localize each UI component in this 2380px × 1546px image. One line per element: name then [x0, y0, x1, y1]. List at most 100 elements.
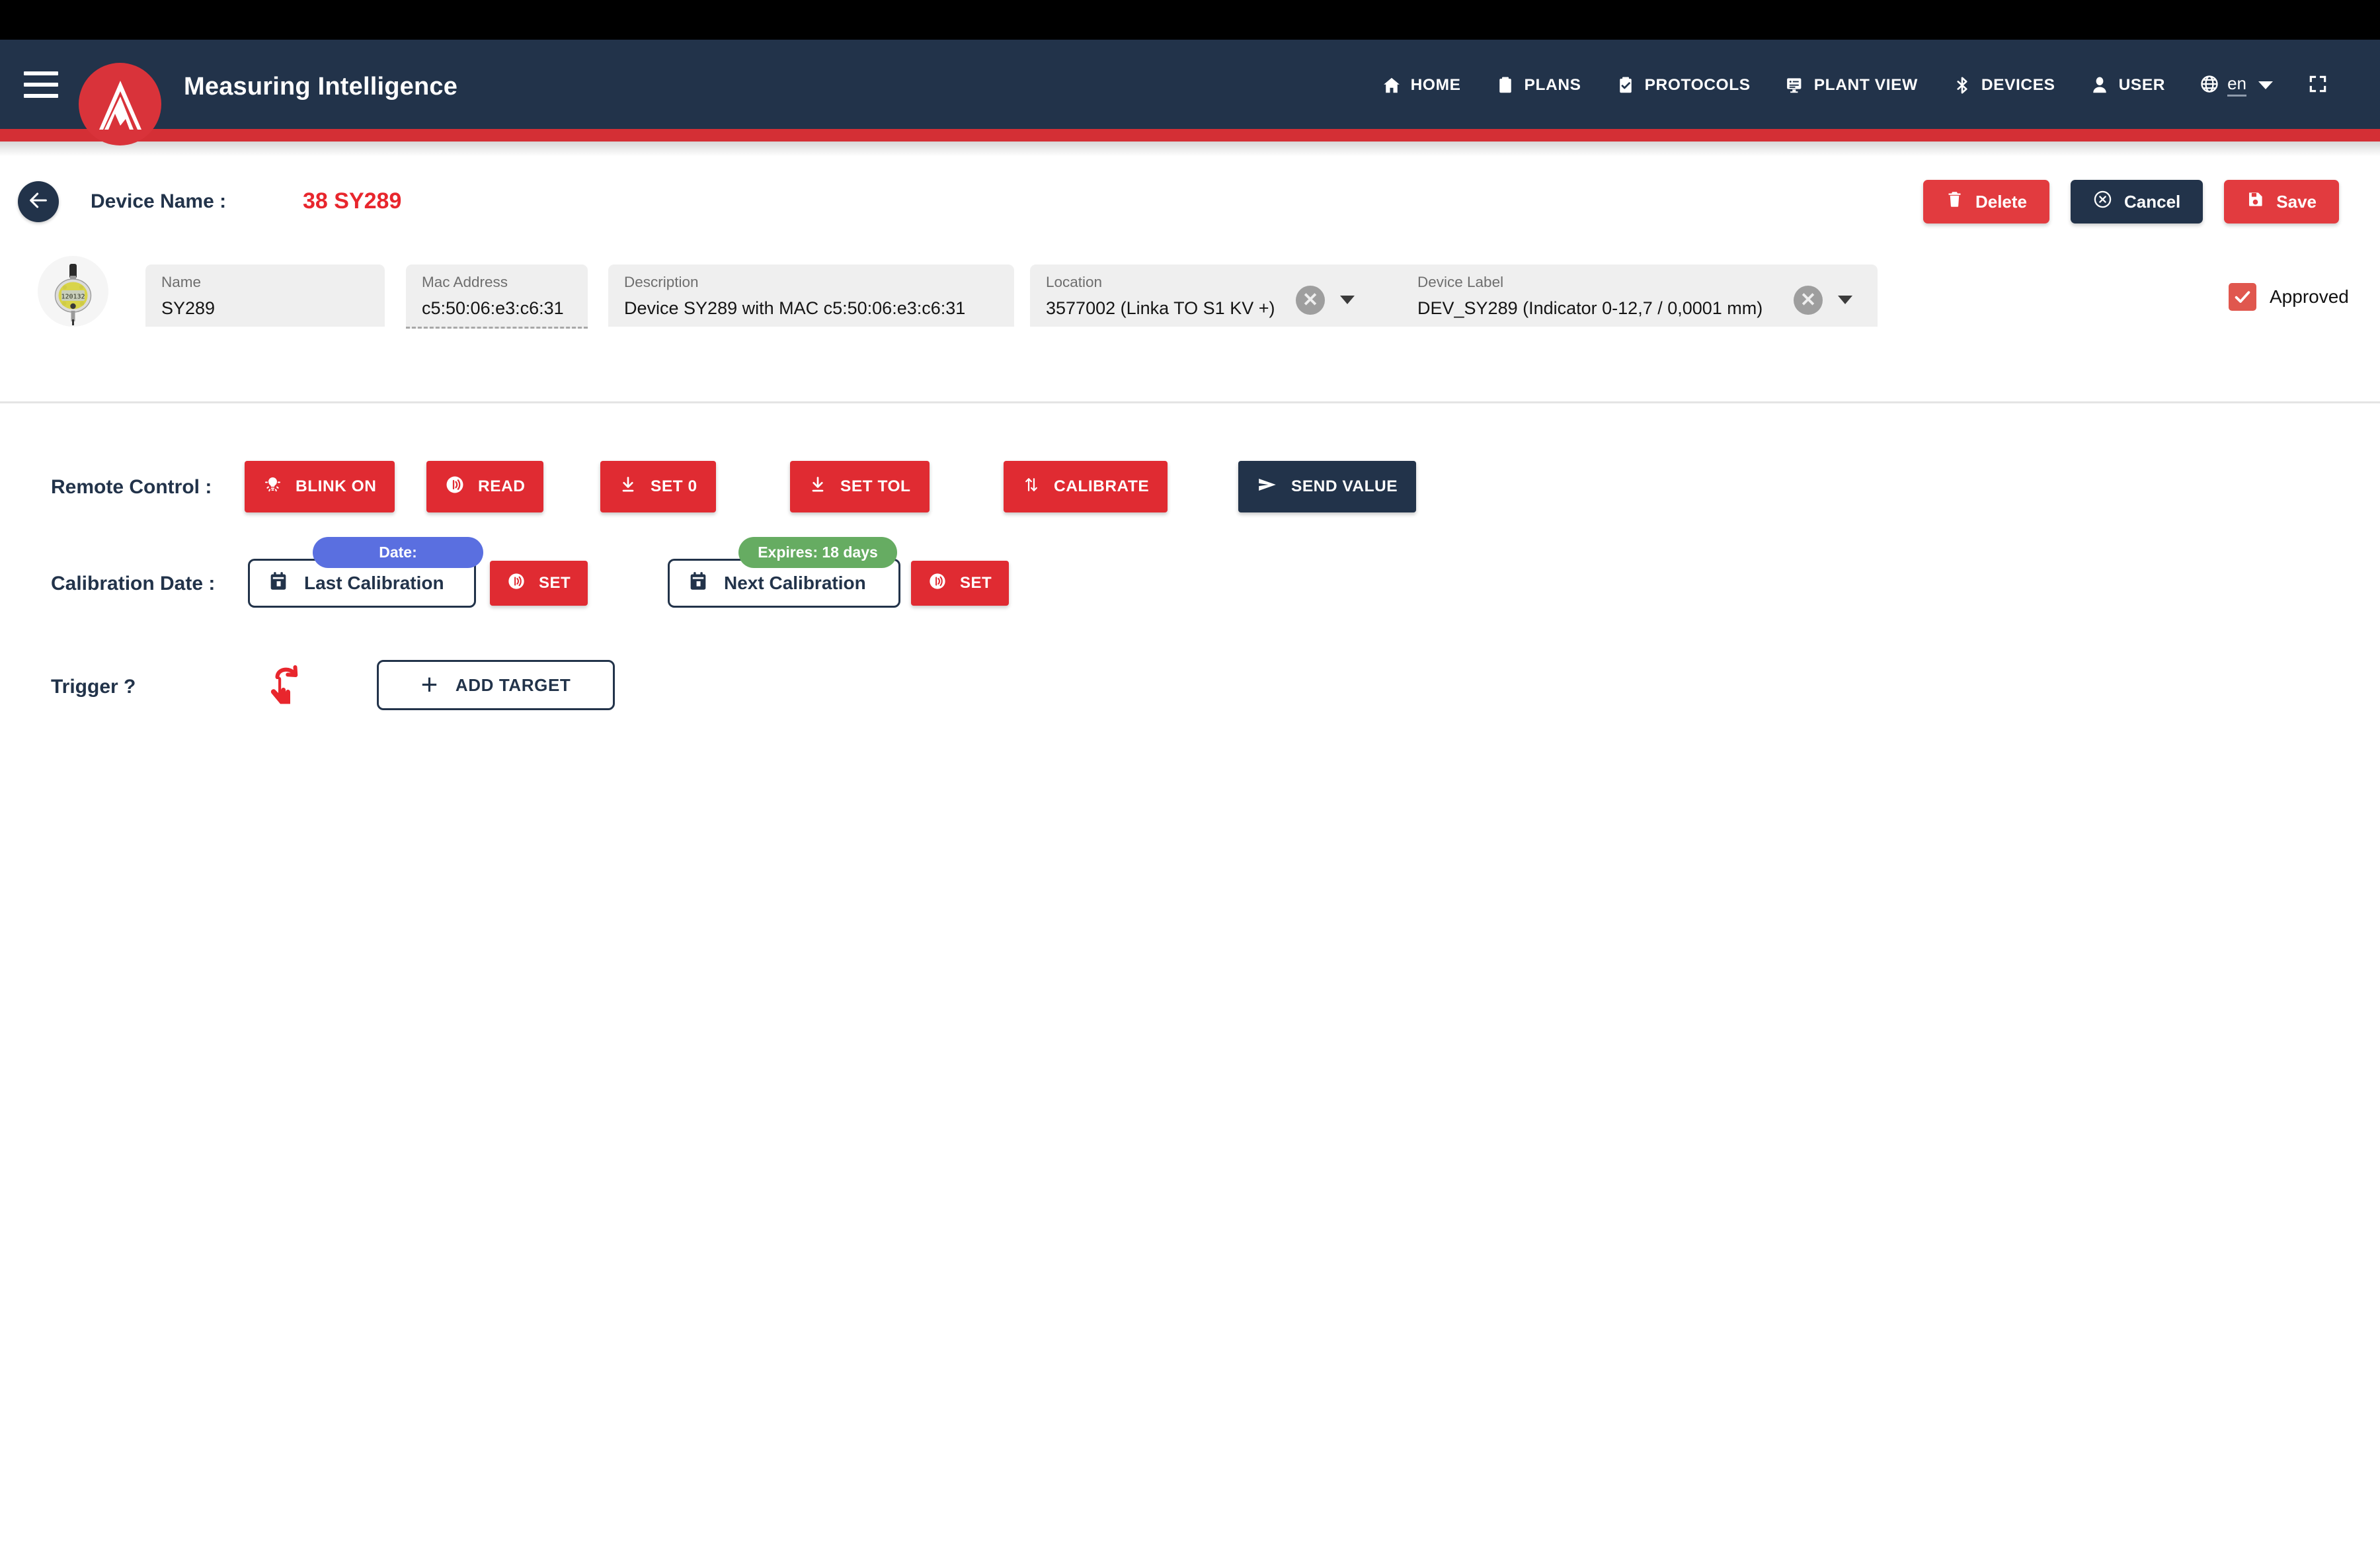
next-calibration-set-label: SET [960, 574, 992, 592]
next-calibration-set-button[interactable]: SET [911, 561, 1010, 606]
language-selector[interactable]: en [2182, 69, 2285, 102]
last-calibration-badge-text: Date: [379, 544, 417, 561]
clipboard-check-icon [1616, 75, 1636, 95]
send-icon [1257, 474, 1278, 500]
remote-control-label: Remote Control : [51, 476, 212, 498]
checkmark-icon [2229, 283, 2256, 311]
field-device-label-clear-circle-icon[interactable]: ✕ [1794, 286, 1823, 315]
globe-icon [2200, 74, 2219, 97]
field-name[interactable]: Name SY289 [145, 264, 385, 327]
clipboard-icon [1495, 75, 1515, 95]
chevron-down-icon [2258, 81, 2273, 89]
blink-on-label: BLINK ON [296, 477, 377, 495]
field-mac-address: Mac Address c5:50:06:e3:c6:31 [406, 264, 588, 329]
calendar-icon [267, 570, 290, 597]
signal-wave-icon [445, 475, 465, 499]
blink-on-button[interactable]: BLINK ON [245, 461, 395, 512]
delete-button[interactable]: Delete [1923, 180, 2049, 224]
nav-item-plans[interactable]: PLANS [1478, 70, 1599, 101]
up-down-arrows-icon [1022, 475, 1041, 499]
save-disk-icon [2246, 190, 2264, 213]
save-button-label: Save [2276, 191, 2317, 212]
field-device-label-label: Device Label [1417, 274, 1504, 290]
add-target-button[interactable]: + ADD TARGET [377, 660, 615, 710]
plant-view-icon [1785, 75, 1805, 95]
dial-indicator-thumbnail: 120132 [38, 256, 108, 327]
download-icon [809, 475, 827, 499]
cancel-button[interactable]: Cancel [2071, 180, 2203, 224]
send-value-button[interactable]: SEND VALUE [1238, 461, 1417, 512]
field-mac-address-label: Mac Address [422, 274, 508, 290]
calendar-icon [687, 570, 709, 597]
send-value-label: SEND VALUE [1291, 477, 1398, 495]
nav-label: PLANT VIEW [1813, 76, 1918, 94]
set-zero-label: SET 0 [651, 477, 697, 495]
field-device-label-caret-down-icon[interactable] [1838, 296, 1852, 304]
field-description-label: Description [624, 274, 699, 290]
top-black-strip [0, 0, 2380, 40]
download-icon [619, 475, 637, 499]
section-divider [0, 401, 2380, 403]
touch-gesture-icon[interactable] [264, 661, 308, 712]
calibrate-label: CALIBRATE [1054, 477, 1150, 495]
app-title: Measuring Intelligence [184, 73, 458, 101]
back-button[interactable] [18, 181, 59, 222]
nav-label: HOME [1410, 76, 1461, 94]
trigger-label: Trigger ? [51, 676, 136, 698]
field-mac-address-value: c5:50:06:e3:c6:31 [422, 298, 564, 318]
nav-item-devices[interactable]: DEVICES [1935, 70, 2073, 101]
nav-label: DEVICES [1981, 76, 2055, 94]
add-target-label: ADD TARGET [455, 674, 571, 695]
nav-label: PLANS [1524, 76, 1581, 94]
trash-icon [1946, 190, 1964, 213]
next-calibration-label: Next Calibration [724, 573, 866, 593]
nav-label: USER [2118, 76, 2166, 94]
nav-item-protocols[interactable]: PROTOCOLS [1599, 70, 1768, 101]
field-location-clear-circle-icon[interactable]: ✕ [1296, 286, 1325, 315]
set-tol-label: SET TOL [840, 477, 911, 495]
person-icon [2090, 75, 2110, 95]
nav-item-user[interactable]: USER [2073, 70, 2182, 101]
lightbulb-icon [263, 475, 282, 499]
approved-checkbox[interactable]: Approved [2229, 283, 2349, 311]
last-calibration-set-label: SET [539, 574, 571, 592]
hamburger-menu-icon[interactable] [24, 71, 58, 98]
save-button[interactable]: Save [2224, 180, 2339, 224]
field-name-label: Name [161, 274, 202, 290]
set-zero-button[interactable]: SET 0 [600, 461, 716, 512]
delete-button-label: Delete [1975, 191, 2027, 212]
nav-item-home[interactable]: HOME [1365, 70, 1478, 101]
bluetooth-icon [1952, 75, 1972, 95]
calibrate-button[interactable]: CALIBRATE [1004, 461, 1168, 512]
next-calibration-badge-text: Expires: 18 days [758, 544, 878, 561]
language-value: en [2227, 75, 2246, 97]
signal-wave-icon [928, 572, 947, 595]
nav-label: PROTOCOLS [1644, 76, 1751, 94]
main-navigation: HOME PLANS PROTOCOLS PLANT VIEW DEVICES … [1365, 69, 2347, 102]
approved-label: Approved [2270, 286, 2349, 307]
nav-item-plant-view[interactable]: PLANT VIEW [1768, 70, 1935, 101]
device-name-label: Device Name : [91, 190, 227, 212]
device-name-value: 38 SY289 [303, 188, 402, 214]
mountain-peak-logo [79, 63, 161, 145]
home-icon [1382, 75, 1402, 95]
last-calibration-set-button[interactable]: SET [490, 561, 588, 606]
top-action-buttons: Delete Cancel Save [1923, 180, 2339, 224]
svg-text:120132: 120132 [61, 293, 85, 300]
signal-wave-icon [507, 572, 526, 595]
next-calibration-expiry-badge: Expires: 18 days [738, 537, 897, 568]
read-button[interactable]: READ [426, 461, 544, 512]
field-description[interactable]: Description Device SY289 with MAC c5:50:… [608, 264, 1014, 327]
arrow-left-icon [27, 189, 50, 215]
last-calibration-label: Last Calibration [304, 573, 444, 593]
circle-x-icon [2093, 190, 2112, 214]
field-location-caret-down-icon[interactable] [1340, 296, 1355, 304]
cancel-button-label: Cancel [2124, 191, 2181, 212]
header-shadow [0, 142, 2380, 156]
header-accent-bar [0, 129, 2380, 142]
fullscreen-icon[interactable] [2285, 68, 2347, 103]
field-description-value: Device SY289 with MAC c5:50:06:e3:c6:31 [624, 298, 966, 318]
set-tol-button[interactable]: SET TOL [790, 461, 930, 512]
field-name-value: SY289 [161, 298, 216, 318]
last-calibration-date-badge: Date: [313, 537, 483, 568]
